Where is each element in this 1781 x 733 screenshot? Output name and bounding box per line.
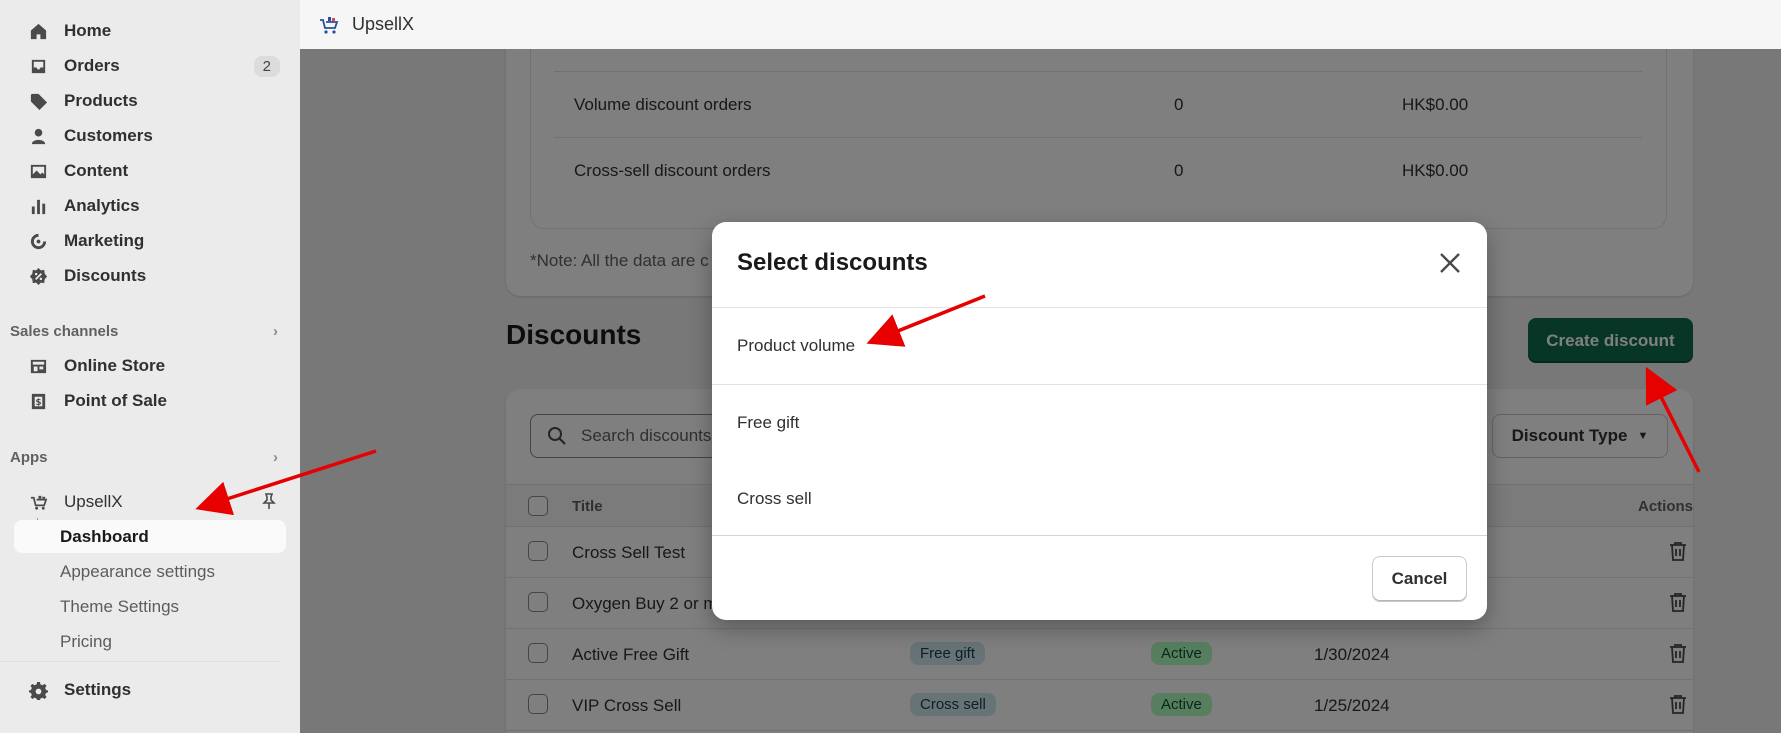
pin-icon[interactable]: [260, 492, 278, 510]
nav-label: Home: [64, 21, 112, 40]
sub-nav-dashboard[interactable]: Dashboard: [14, 520, 286, 553]
person-icon: [28, 126, 48, 146]
chevron-right-icon: ›: [273, 322, 278, 340]
modal-title: Select discounts: [737, 249, 928, 276]
sub-nav-appearance-settings[interactable]: Appearance settings: [14, 555, 286, 588]
discount-icon: [28, 266, 48, 286]
option-product-volume[interactable]: Product volume: [712, 308, 1487, 384]
select-discounts-modal: Select discounts Product volume Free gif…: [712, 222, 1487, 620]
nav-label: UpsellX: [64, 492, 123, 511]
gear-icon: [28, 680, 48, 700]
cancel-button[interactable]: Cancel: [1372, 556, 1467, 602]
nav-upsellx-app[interactable]: UpsellX: [14, 486, 286, 518]
nav-point-of-sale[interactable]: $ Point of Sale: [14, 385, 286, 417]
close-icon[interactable]: [1436, 249, 1464, 277]
nav-online-store[interactable]: Online Store: [14, 350, 286, 382]
topbar-app-name: UpsellX: [352, 14, 415, 34]
upsellx-logo-icon: [320, 16, 339, 34]
nav-label: Point of Sale: [64, 391, 167, 410]
store-icon: [28, 356, 48, 376]
section-title: Sales channels: [10, 322, 119, 340]
nav-home[interactable]: Home: [14, 15, 286, 47]
image-icon: [28, 161, 48, 181]
option-free-gift[interactable]: Free gift: [712, 385, 1487, 461]
option-cross-sell[interactable]: Cross sell: [712, 461, 1487, 537]
inbox-icon: [28, 56, 48, 76]
target-icon: [28, 231, 48, 251]
orders-count-badge: 2: [253, 56, 280, 77]
nav-label: Products: [64, 91, 138, 110]
nav-orders[interactable]: Orders 2: [14, 50, 286, 82]
nav-label: Online Store: [64, 356, 166, 375]
nav-label: Content: [64, 161, 129, 180]
nav-label: Marketing: [64, 231, 145, 250]
sub-nav-theme-settings[interactable]: Theme Settings: [14, 590, 286, 623]
nav-label: Orders: [64, 56, 120, 75]
bar-chart-icon: [28, 196, 48, 216]
nav-customers[interactable]: Customers: [14, 120, 286, 152]
nav-label: Analytics: [64, 196, 140, 215]
home-icon: [28, 21, 48, 41]
apps-heading[interactable]: Apps ›: [10, 444, 286, 470]
sub-nav-pricing[interactable]: Pricing: [14, 625, 286, 658]
sidebar-divider: [0, 661, 280, 662]
nav-marketing[interactable]: Marketing: [14, 225, 286, 257]
sidebar: Home Orders 2 Products Customers Content…: [0, 0, 300, 733]
nav-analytics[interactable]: Analytics: [14, 190, 286, 222]
tag-icon: [28, 91, 48, 111]
cart-icon: [28, 492, 48, 512]
nav-discounts[interactable]: Discounts: [14, 260, 286, 292]
svg-text:$: $: [35, 397, 41, 407]
modal-footer-divider: [712, 535, 1487, 536]
section-title: Apps: [10, 448, 48, 466]
nav-settings[interactable]: Settings: [14, 674, 286, 706]
chevron-right-icon: ›: [273, 448, 278, 466]
nav-content[interactable]: Content: [14, 155, 286, 187]
nav-label: Discounts: [64, 266, 147, 285]
sales-channels-heading[interactable]: Sales channels ›: [10, 318, 286, 344]
app-topbar: UpsellX: [300, 0, 1781, 49]
pos-icon: $: [28, 391, 48, 411]
nav-products[interactable]: Products: [14, 85, 286, 117]
nav-label: Settings: [64, 680, 132, 699]
nav-label: Customers: [64, 126, 153, 145]
